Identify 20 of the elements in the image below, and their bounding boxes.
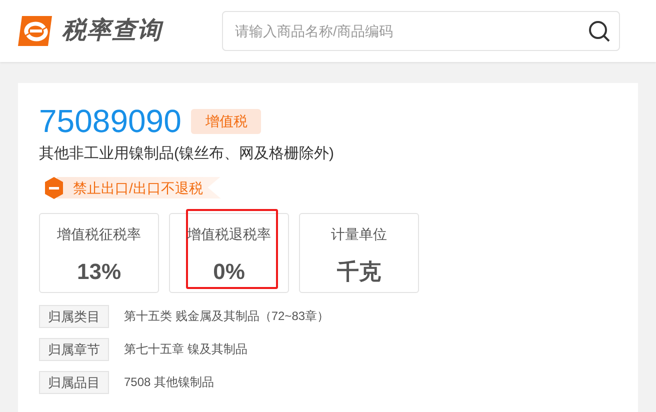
detail-value: 第十五类 贱金属及其制品（72~83章）: [124, 308, 330, 325]
product-code: 75089090: [39, 103, 182, 139]
stat-value: 千克: [337, 258, 381, 286]
tax-tag: 增值税: [191, 108, 262, 134]
minus-icon: [45, 176, 63, 198]
product-name: 其他非工业用镍制品(镍丝布、网及格栅除外): [39, 144, 335, 164]
stat-value: 13%: [76, 258, 122, 286]
search-icon[interactable]: [588, 20, 610, 42]
logo-icon: [18, 16, 54, 46]
stat-label: 增值税征税率: [57, 224, 141, 244]
search-field[interactable]: 请输入商品名称/商品编码: [222, 11, 620, 51]
logo-text: 税率查询: [62, 16, 162, 46]
stat-value: 0%: [213, 258, 245, 286]
detail-value: 第七十五章 镍及其制品: [124, 341, 248, 358]
detail-label: 归属品目: [39, 370, 109, 394]
detail-value: 7508 其他镍制品: [124, 374, 214, 391]
notice-banner: 禁止出口/出口不退税: [57, 176, 221, 198]
stat-label: 计量单位: [331, 224, 387, 244]
detail-label: 归属类目: [39, 304, 109, 328]
detail-label: 归属章节: [39, 338, 109, 360]
